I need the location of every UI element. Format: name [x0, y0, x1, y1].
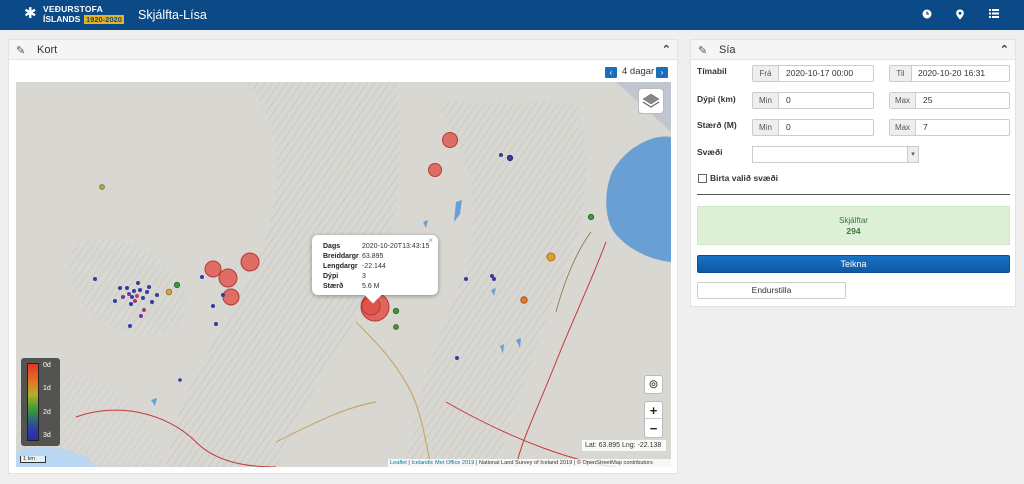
divider	[697, 194, 1010, 195]
map-pin-icon[interactable]	[954, 9, 966, 21]
legend-label: 2d	[43, 409, 51, 416]
edit-icon: ✎	[16, 45, 26, 57]
magnitude-min-value: 0	[786, 122, 791, 132]
cursor-coordinates: Lat: 63.895 Lng: -22.138	[582, 440, 666, 451]
count-title: Skjálftar	[839, 216, 868, 225]
popup-value: 5.6 M	[362, 283, 380, 290]
leaflet-link[interactable]: Leaflet	[390, 460, 407, 466]
filter-panel-header: ✎ Sía ⌃	[691, 40, 1015, 60]
imo-logo[interactable]: ✱ VEÐURSTOFA ÍSLANDS 1920-2020	[24, 5, 124, 25]
popup-key: Breiddargr	[323, 253, 359, 260]
depth-max-addon: Max	[890, 93, 916, 108]
fingerprint-icon[interactable]: ⊚	[644, 375, 663, 394]
zoom-control: + −	[644, 401, 663, 438]
magnitude-max-input[interactable]: Max 7	[889, 119, 1010, 136]
collapse-chevron-icon[interactable]: ⌃	[662, 43, 671, 56]
draw-button[interactable]: Teikna	[697, 255, 1010, 273]
edit-icon: ✎	[698, 45, 708, 57]
collapse-chevron-icon[interactable]: ⌃	[1000, 43, 1009, 56]
depth-min-value: 0	[786, 95, 791, 105]
to-date-value: 2020-10-20 16:31	[918, 68, 986, 78]
next-days-button[interactable]: ›	[656, 67, 668, 78]
magnitude-min-addon: Min	[753, 120, 779, 135]
attribution-text: | National Land Survey of Iceland 2019 |…	[475, 460, 653, 466]
from-addon: Frá	[753, 66, 779, 81]
map-attribution: Leaflet | Icelandic Met Office 2019 | Na…	[388, 459, 671, 467]
dropdown-arrow-icon: ▾	[907, 147, 918, 162]
zoom-out-button[interactable]: −	[645, 420, 662, 437]
zoom-in-button[interactable]: +	[645, 402, 662, 419]
depth-max-value: 25	[923, 95, 933, 105]
magnitude-label: Stærð (M)	[697, 120, 737, 130]
legend-label: 0d	[43, 362, 51, 369]
earthquake-count-box: Skjálftar 294	[697, 206, 1010, 245]
to-date-input[interactable]: Til 2020-10-20 16:31	[889, 65, 1010, 82]
show-region-label: Birta valið svæði	[710, 173, 779, 183]
show-region-checkbox[interactable]	[698, 174, 707, 183]
popup-key: Dýpi	[323, 273, 339, 280]
logo-years: 1920-2020	[84, 15, 124, 24]
logo-line2: ÍSLANDS	[43, 14, 81, 24]
logo-line1: VEÐURSTOFA	[43, 4, 103, 14]
layers-control-button[interactable]	[638, 88, 664, 114]
popup-value: 63.895	[362, 253, 384, 260]
previous-days-button[interactable]: ‹	[605, 67, 617, 78]
layers-icon	[642, 93, 660, 108]
popup-value: 3	[362, 273, 366, 280]
legend-label: 3d	[43, 432, 51, 439]
depth-min-input[interactable]: Min 0	[752, 92, 874, 109]
top-navbar: ✱ VEÐURSTOFA ÍSLANDS 1920-2020 Skjálfta-…	[0, 0, 1024, 30]
legend-label: 1d	[43, 385, 51, 392]
earthquake-popup: × Dags 2020-10-20T13:43:15 Breiddargr 63.8…	[312, 235, 438, 304]
from-date-input[interactable]: Frá 2020-10-17 00:00	[752, 65, 874, 82]
popup-value: -22.144	[362, 263, 386, 270]
reset-button[interactable]: Endurstilla	[697, 282, 846, 299]
popup-key: Stærð	[323, 283, 344, 290]
depth-label: Dýpi (km)	[697, 94, 736, 104]
snowflake-logo-icon: ✱	[24, 5, 37, 22]
time-period-label: Tímabil	[697, 66, 727, 76]
popup-value: 2020-10-20T13:43:15	[362, 243, 430, 250]
legend-gradient	[27, 363, 39, 441]
map-panel-header: ✎ Kort ⌃	[9, 40, 677, 60]
imo-link[interactable]: Icelandic Met Office 2019	[411, 460, 474, 466]
app-title[interactable]: Skjálfta-Lísa	[138, 8, 207, 22]
count-value: 294	[846, 226, 861, 236]
map-panel-title: Kort	[37, 44, 58, 56]
list-icon[interactable]	[988, 9, 1000, 21]
days-label: 4 dagar	[622, 66, 655, 77]
from-date-value: 2020-10-17 00:00	[786, 68, 854, 78]
time-legend: 0d 1d 2d 3d	[21, 358, 60, 446]
filter-panel-title: Sía	[719, 44, 736, 56]
region-label: Svæði	[697, 147, 723, 157]
to-addon: Til	[890, 66, 912, 81]
popup-key: Dags	[323, 243, 341, 250]
magnitude-min-input[interactable]: Min 0	[752, 119, 874, 136]
magnitude-max-addon: Max	[890, 120, 916, 135]
depth-min-addon: Min	[753, 93, 779, 108]
depth-max-input[interactable]: Max 25	[889, 92, 1010, 109]
magnitude-max-value: 7	[923, 122, 928, 132]
clock-icon[interactable]	[921, 9, 933, 21]
scale-bar: 1 km	[20, 456, 46, 463]
region-select[interactable]: ▾	[752, 146, 919, 163]
popup-key: Lengdargr	[323, 263, 358, 270]
